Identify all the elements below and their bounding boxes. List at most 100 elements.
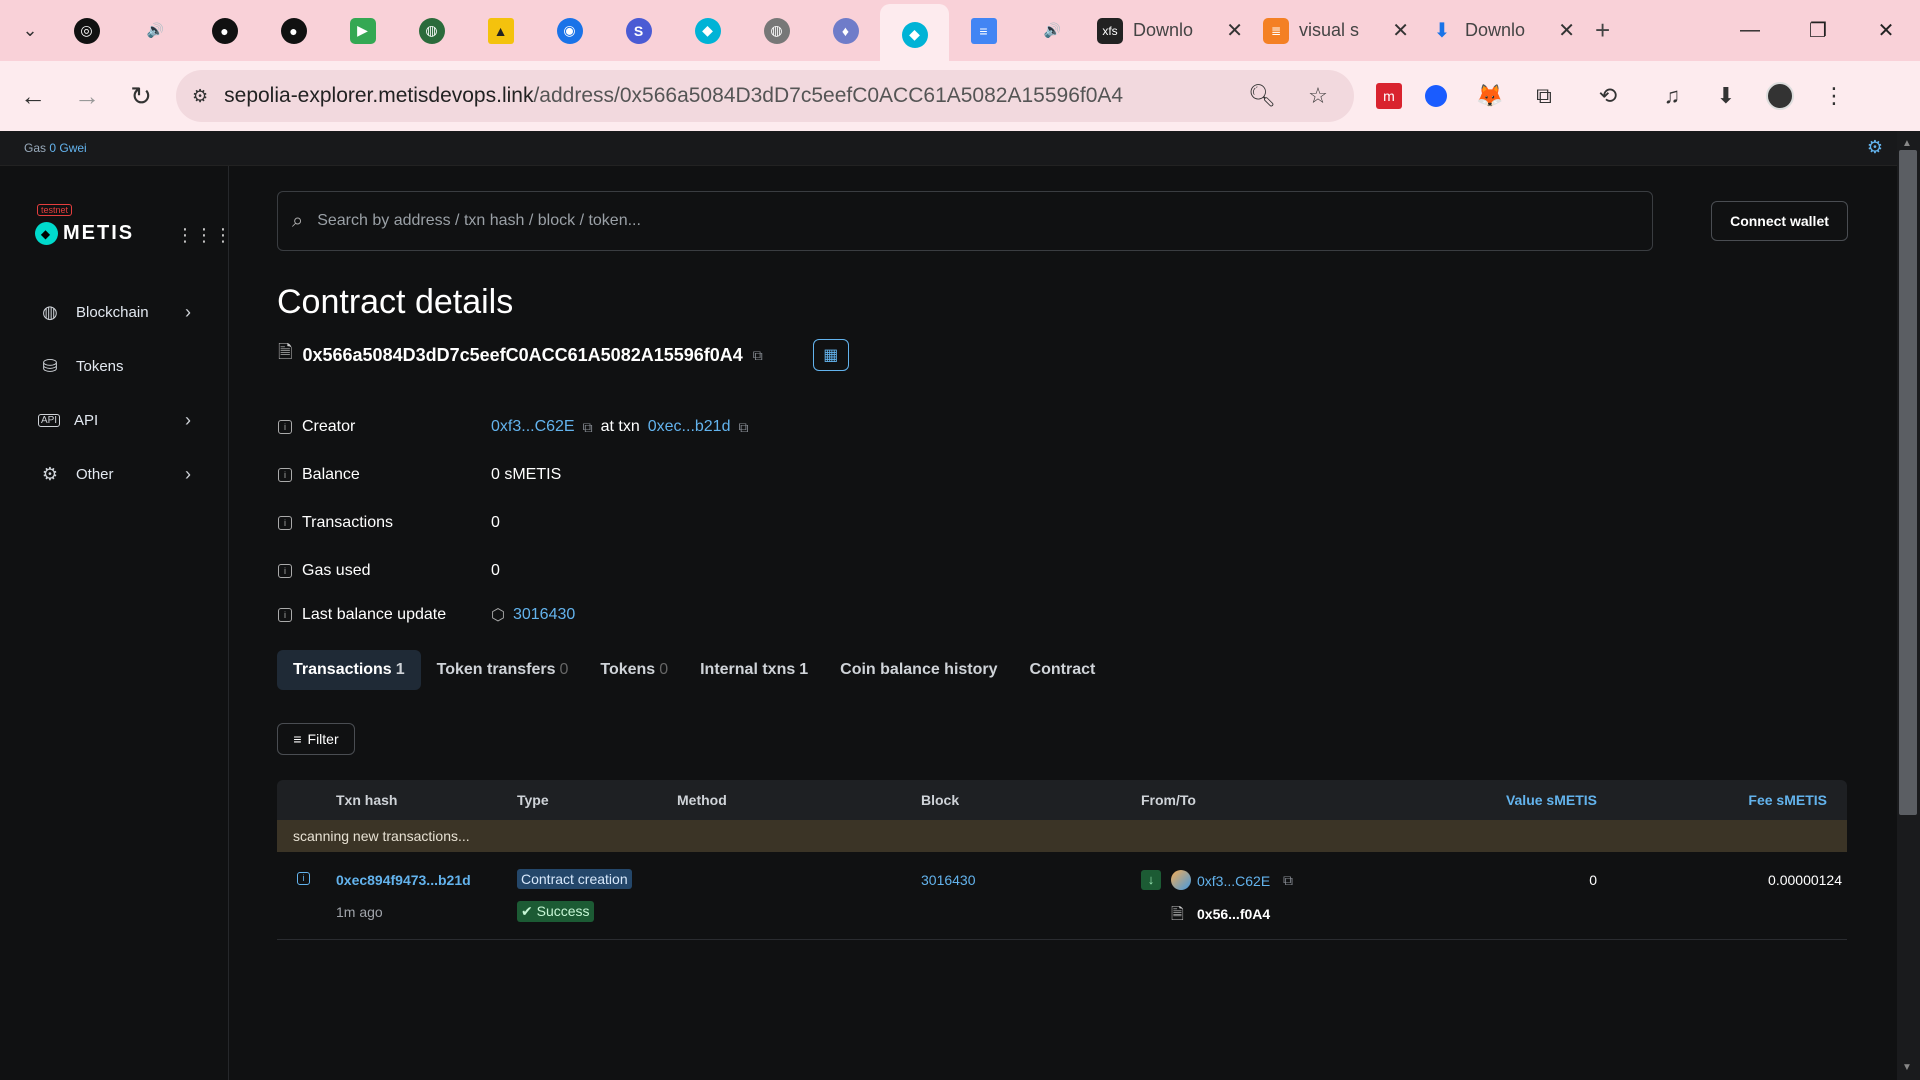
metis-logo[interactable]: testnet ◆ METIS: [35, 200, 134, 245]
last-update-block-link[interactable]: 3016430: [513, 606, 575, 624]
zoom-icon[interactable]: 🔍︎: [1242, 76, 1282, 116]
detail-label: Balance: [302, 466, 360, 483]
header-value[interactable]: Value sMETIS: [1506, 792, 1597, 808]
info-icon[interactable]: i: [278, 564, 292, 578]
pinned-tab-eth[interactable]: ♦: [811, 0, 880, 61]
reload-icon[interactable]: ↻: [114, 69, 168, 123]
tab-tokens[interactable]: Tokens 0: [584, 650, 684, 690]
close-window-icon[interactable]: ✕: [1852, 0, 1920, 61]
pinned-tab-chatgpt[interactable]: ◎: [52, 0, 121, 61]
info-icon[interactable]: i: [297, 872, 310, 885]
header-txn-hash: Txn hash: [336, 792, 398, 808]
connect-wallet-button[interactable]: Connect wallet: [1711, 201, 1848, 241]
restore-icon[interactable]: ❐: [1784, 0, 1852, 61]
detail-last-balance-update: i Last balance update ⬡ 3016430: [278, 595, 1178, 635]
info-icon[interactable]: i: [278, 608, 292, 622]
sidebar-item-api[interactable]: API API ›: [26, 393, 201, 447]
search-bar[interactable]: ⌕: [277, 191, 1653, 251]
tab-bar: Transactions 1 Token transfers 0 Tokens 0 I…: [277, 650, 1111, 690]
profile-avatar[interactable]: [1760, 76, 1800, 116]
pinned-tab-meet[interactable]: ▶: [328, 0, 397, 61]
browser-tab-3[interactable]: ⬇ Downlo ✕: [1419, 8, 1585, 53]
browser-tab-2[interactable]: ≣ visual s ✕: [1253, 8, 1419, 53]
forward-icon[interactable]: →: [60, 69, 114, 123]
status-label: Success: [536, 903, 590, 919]
pinned-tab-web[interactable]: ◍: [742, 0, 811, 61]
browser-tab-1[interactable]: xfs Downlo ✕: [1087, 8, 1253, 53]
info-icon[interactable]: i: [278, 468, 292, 482]
sidebar-item-blockchain[interactable]: ◍ Blockchain ›: [26, 285, 201, 339]
filter-button[interactable]: ≡ Filter: [277, 723, 355, 755]
txn-age: 1m ago: [336, 904, 383, 920]
url-text[interactable]: sepolia-explorer.metisdevops.link/addres…: [224, 84, 1226, 108]
history-icon[interactable]: ⟲: [1588, 76, 1628, 116]
pinned-tab-blue[interactable]: ◉: [535, 0, 604, 61]
tab-title: visual s: [1299, 20, 1360, 40]
tab-transactions[interactable]: Transactions 1: [277, 650, 421, 690]
copy-icon[interactable]: ⧉: [583, 419, 593, 436]
pinned-tab-docs[interactable]: ≡: [949, 0, 1018, 61]
tab-count: 1: [799, 661, 809, 678]
pinned-tab-metis-active[interactable]: ◆: [880, 4, 949, 65]
tab-contract[interactable]: Contract: [1014, 650, 1112, 690]
sidebar-item-tokens[interactable]: ⛁ Tokens: [26, 339, 201, 393]
pinned-tab-drive[interactable]: ▲: [466, 0, 535, 61]
sidebar-nav: ◍ Blockchain › ⛁ Tokens API API › ⚙ Othe…: [26, 285, 201, 501]
settings-gear-icon[interactable]: ⚙: [1867, 137, 1883, 158]
close-icon[interactable]: ✕: [1392, 18, 1409, 43]
scrollbar-thumb[interactable]: [1899, 150, 1917, 815]
search-input[interactable]: [317, 212, 1542, 230]
address-bar[interactable]: ⚙ sepolia-explorer.metisdevops.link/addr…: [176, 70, 1354, 122]
pinned-tab-audio[interactable]: 🔊: [121, 0, 190, 61]
bookmark-star-icon[interactable]: ☆: [1298, 76, 1338, 116]
to-address[interactable]: 0x56...f0A4: [1197, 906, 1270, 922]
extensions-puzzle-icon[interactable]: ⧉: [1524, 76, 1564, 116]
browser-menu-icon[interactable]: ⋮: [1814, 76, 1854, 116]
info-icon[interactable]: i: [278, 516, 292, 530]
from-address-link[interactable]: 0xf3...C62E: [1197, 873, 1270, 889]
block-link[interactable]: 3016430: [921, 872, 976, 888]
pinned-tab-metis[interactable]: ◆: [673, 0, 742, 61]
tab-coin-balance-history[interactable]: Coin balance history: [824, 650, 1013, 690]
creation-txn-link[interactable]: 0xec...b21d: [648, 418, 731, 436]
chat-icon: ◉: [556, 17, 583, 44]
tab-internal-txns[interactable]: Internal txns 1: [684, 650, 824, 690]
header-fee[interactable]: Fee sMETIS: [1748, 792, 1827, 808]
api-icon: API: [38, 413, 60, 427]
copy-icon[interactable]: ⧉: [753, 347, 763, 364]
table-row: i 0xec894f9473...b21d 1m ago Contract cr…: [277, 852, 1847, 940]
scroll-down-icon[interactable]: ▼: [1902, 1062, 1912, 1073]
metamask-icon[interactable]: 🦊: [1470, 76, 1510, 116]
pinned-tab-github-1[interactable]: ●: [190, 0, 259, 61]
site-info-icon[interactable]: ⚙: [192, 86, 208, 107]
table-header: Txn hash Type Method Block From/To Value…: [277, 780, 1847, 820]
tab-search-button[interactable]: ⌄: [8, 11, 52, 51]
media-queue-icon[interactable]: ♫: [1652, 76, 1692, 116]
download-icon: ⬇: [1433, 20, 1451, 42]
minimize-icon[interactable]: —: [1716, 0, 1784, 61]
pinned-tab-github-2[interactable]: ●: [259, 0, 328, 61]
detail-gas-used: i Gas used 0: [278, 547, 1178, 595]
close-icon[interactable]: ✕: [1558, 18, 1575, 43]
creator-address-link[interactable]: 0xf3...C62E: [491, 418, 575, 436]
copy-icon[interactable]: ⧉: [738, 419, 748, 436]
pinned-tab-audio-2[interactable]: 🔊: [1018, 0, 1087, 61]
sidebar-item-other[interactable]: ⚙ Other ›: [26, 447, 201, 501]
new-tab-button[interactable]: +: [1585, 8, 1635, 53]
copy-icon[interactable]: ⧉: [1283, 872, 1293, 889]
txn-hash-link[interactable]: 0xec894f9473...b21d: [336, 872, 471, 888]
scroll-up-icon[interactable]: ▲: [1902, 138, 1912, 149]
extension-red-icon[interactable]: m: [1376, 83, 1402, 109]
pinned-tab-globe[interactable]: ◍: [397, 0, 466, 61]
tab-label: Token transfers: [436, 661, 556, 678]
pinned-tab-s[interactable]: S: [604, 0, 673, 61]
apps-grid-icon[interactable]: ⋮⋮⋮: [176, 225, 233, 246]
back-icon[interactable]: ←: [6, 69, 60, 123]
close-icon[interactable]: ✕: [1226, 18, 1243, 43]
qr-code-button[interactable]: ▦: [812, 339, 849, 371]
gas-used-value: 0: [491, 562, 500, 579]
downloads-icon[interactable]: ⬇: [1706, 76, 1746, 116]
tab-token-transfers[interactable]: Token transfers 0: [421, 650, 585, 690]
extension-blue-circle-icon[interactable]: [1416, 76, 1456, 116]
info-icon[interactable]: i: [278, 420, 292, 434]
